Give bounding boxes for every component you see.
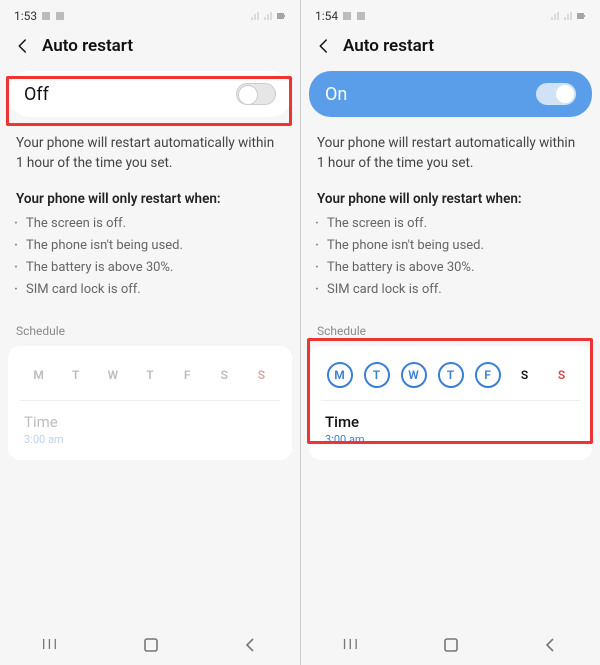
back-icon[interactable]: [315, 37, 333, 55]
day-picker: M T W T F S S: [321, 358, 580, 401]
phone-left: 1:53 Auto restart Off Your phone will re…: [0, 0, 300, 665]
time-value: 3:00 am: [325, 433, 576, 446]
conditions-heading: Your phone will only restart when:: [301, 177, 600, 213]
statusbar: 1:53: [0, 0, 300, 28]
day-picker: M T W T F S S: [20, 358, 280, 401]
day-wed[interactable]: W: [401, 362, 427, 388]
conditions-list: The screen is off. The phone isn't being…: [0, 213, 300, 311]
day-thu[interactable]: T: [137, 362, 163, 388]
master-toggle-card[interactable]: Off: [8, 71, 292, 117]
android-navbar: III: [0, 625, 300, 665]
header: Auto restart: [301, 28, 600, 68]
day-tue[interactable]: T: [364, 362, 390, 388]
description-text: Your phone will restart automatically wi…: [301, 120, 600, 177]
master-toggle-card[interactable]: On: [309, 71, 592, 117]
back-icon[interactable]: [14, 37, 32, 55]
toggle-state-label: Off: [24, 84, 49, 105]
day-sun[interactable]: S: [248, 362, 274, 388]
day-wed[interactable]: W: [100, 362, 126, 388]
nav-recents-icon[interactable]: III: [343, 637, 360, 653]
nav-home-icon[interactable]: [143, 637, 159, 653]
page-title: Auto restart: [42, 36, 133, 56]
nav-back-icon[interactable]: [242, 637, 258, 653]
signal-icon: [263, 11, 273, 21]
day-sat[interactable]: S: [512, 362, 538, 388]
nav-home-icon[interactable]: [443, 637, 459, 653]
list-item: The phone isn't being used.: [327, 235, 584, 257]
description-text: Your phone will restart automatically wi…: [0, 120, 300, 177]
statusbar: 1:54: [301, 0, 600, 28]
status-time: 1:53: [14, 9, 37, 23]
day-mon[interactable]: M: [327, 362, 353, 388]
day-fri[interactable]: F: [174, 362, 200, 388]
signal-icon: [550, 11, 560, 21]
conditions-heading: Your phone will only restart when:: [0, 177, 300, 213]
schedule-card: M T W T F S S Time 3:00 am: [309, 346, 592, 460]
list-item: The phone isn't being used.: [26, 235, 284, 257]
list-item: SIM card lock is off.: [26, 279, 284, 301]
time-label: Time: [325, 413, 576, 431]
image-icon: [342, 11, 352, 21]
list-item: The screen is off.: [26, 213, 284, 235]
day-tue[interactable]: T: [63, 362, 89, 388]
image-icon: [41, 11, 51, 21]
toggle-switch[interactable]: [536, 83, 576, 105]
time-label: Time: [24, 413, 276, 431]
image-icon: [55, 11, 65, 21]
day-mon[interactable]: M: [26, 362, 52, 388]
toggle-switch[interactable]: [236, 83, 276, 105]
time-picker[interactable]: Time 3:00 am: [321, 401, 580, 446]
day-sat[interactable]: S: [211, 362, 237, 388]
status-time: 1:54: [315, 9, 338, 23]
phone-right: 1:54 Auto restart On Your phone will res…: [300, 0, 600, 665]
battery-icon: [276, 11, 286, 21]
android-navbar: III: [301, 625, 600, 665]
signal-icon: [250, 11, 260, 21]
schedule-section-label: Schedule: [0, 312, 300, 346]
page-title: Auto restart: [343, 36, 434, 56]
list-item: The battery is above 30%.: [26, 257, 284, 279]
battery-icon: [576, 11, 586, 21]
header: Auto restart: [0, 28, 300, 68]
schedule-card: M T W T F S S Time 3:00 am: [8, 346, 292, 460]
nav-back-icon[interactable]: [542, 637, 558, 653]
signal-icon: [563, 11, 573, 21]
list-item: The screen is off.: [327, 213, 584, 235]
time-value: 3:00 am: [24, 433, 276, 446]
day-sun[interactable]: S: [549, 362, 575, 388]
nav-recents-icon[interactable]: III: [42, 637, 59, 653]
time-picker[interactable]: Time 3:00 am: [20, 401, 280, 446]
schedule-section-label: Schedule: [301, 312, 600, 346]
list-item: The battery is above 30%.: [327, 257, 584, 279]
conditions-list: The screen is off. The phone isn't being…: [301, 213, 600, 311]
toggle-state-label: On: [325, 84, 347, 105]
image-icon: [356, 11, 366, 21]
list-item: SIM card lock is off.: [327, 279, 584, 301]
day-fri[interactable]: F: [475, 362, 501, 388]
day-thu[interactable]: T: [438, 362, 464, 388]
